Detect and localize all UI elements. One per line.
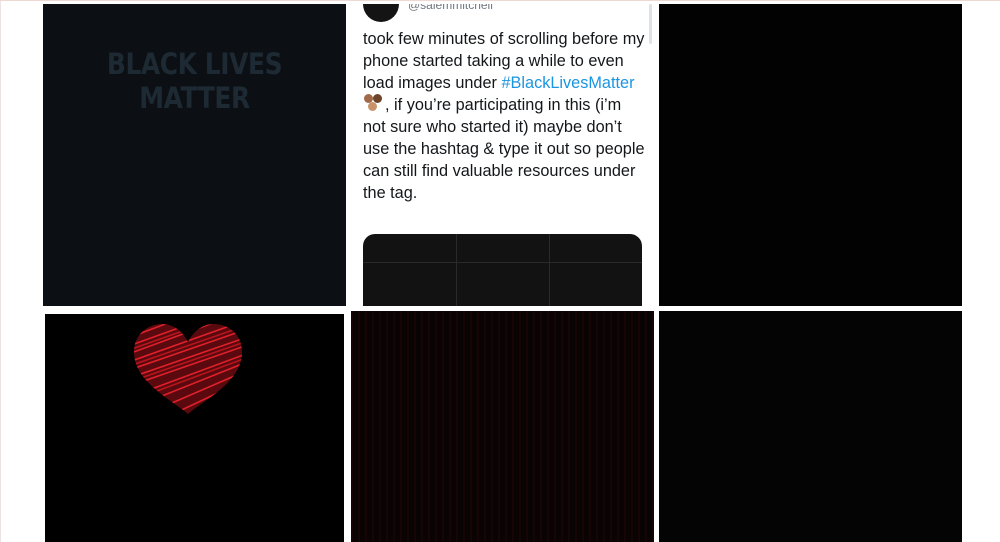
tweet-text-part2: , if you’re participating in this (i’m n…: [363, 96, 645, 202]
black-lives-matter-text: BLACK LIVES MATTER: [106, 47, 283, 115]
page-edge: [0, 1, 1, 542]
image-tile-tweet[interactable]: @salemmitchell took few minutes of scrol…: [352, 4, 654, 306]
raised-fists-emoji-icon: [363, 94, 385, 112]
image-tile-dark-red[interactable]: [351, 311, 654, 542]
image-tile-heart[interactable]: [45, 314, 344, 542]
image-tile-black-square[interactable]: [659, 4, 962, 306]
image-tile-black-lives-matter[interactable]: BLACK LIVES MATTER: [43, 4, 346, 306]
image-tile-dark[interactable]: [659, 311, 962, 542]
image-grid-page: BLACK LIVES MATTER @salemmitchell took f…: [0, 0, 1000, 542]
tweet-text: took few minutes of scrolling before my …: [363, 28, 648, 204]
heart-icon: [134, 324, 242, 414]
avatar: [363, 4, 399, 22]
hashtag-link[interactable]: #BlackLivesMatter: [501, 74, 634, 92]
tweet-media-preview[interactable]: [363, 234, 642, 306]
tweet-scrollbar: [649, 4, 652, 44]
tweet-handle: @salemmitchell: [408, 4, 493, 12]
